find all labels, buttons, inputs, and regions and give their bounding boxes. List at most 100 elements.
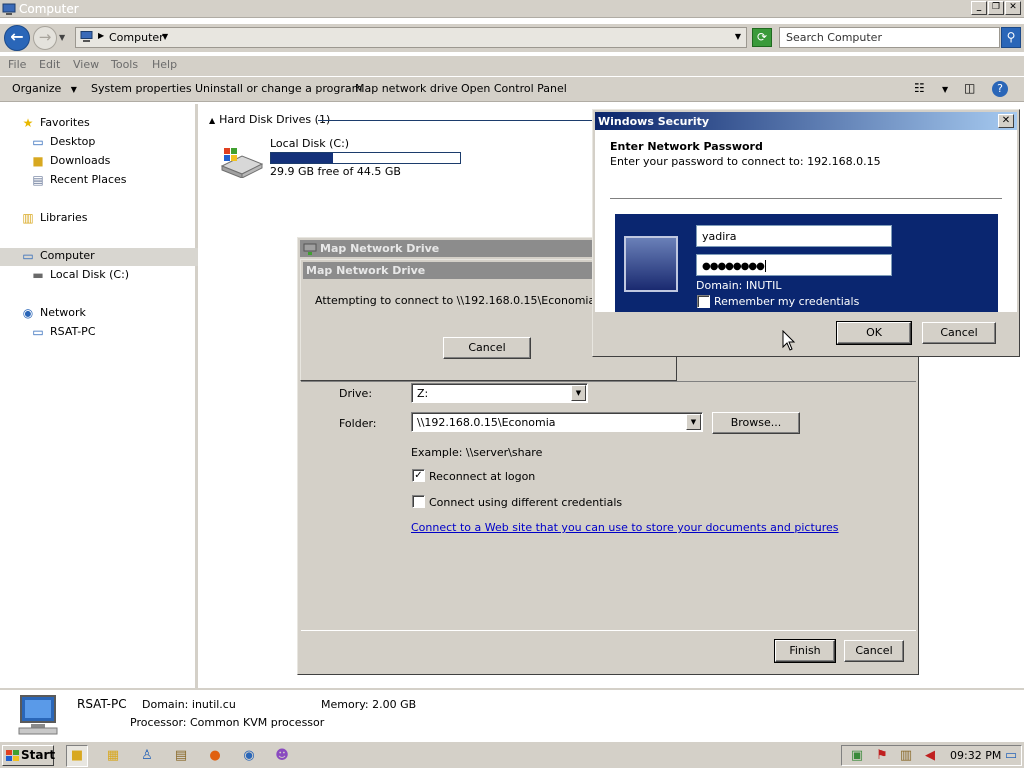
recent-places-icon: ▤ bbox=[32, 173, 44, 187]
sidebar-item-favorites[interactable]: ★ Favorites bbox=[20, 116, 90, 134]
details-pane: RSAT-PC Domain: inutil.cu Memory: 2.00 G… bbox=[0, 688, 1024, 741]
map-network-drive-button[interactable]: Map network drive bbox=[355, 82, 458, 95]
sidebar-item-label: Network bbox=[40, 306, 86, 319]
sidebar-item-libraries[interactable]: ▥ Libraries bbox=[20, 211, 88, 229]
uninstall-program-button[interactable]: Uninstall or change a program bbox=[195, 82, 362, 95]
wizard-cancel-button[interactable]: Cancel bbox=[844, 640, 904, 662]
firefox-taskbar-icon[interactable]: ● bbox=[206, 747, 224, 765]
security-content: Enter Network Password Enter your passwo… bbox=[595, 130, 1017, 316]
refresh-button[interactable]: ⟳ bbox=[752, 28, 772, 47]
action-center-icon[interactable]: ⚑ bbox=[873, 747, 891, 765]
search-button[interactable]: ⚲ bbox=[1001, 27, 1021, 48]
web-storage-link[interactable]: Connect to a Web site that you can use t… bbox=[411, 521, 839, 534]
help-icon[interactable]: ? bbox=[992, 81, 1008, 97]
window-titlebar[interactable]: Computer _ ❐ ✕ bbox=[0, 0, 1024, 18]
disk-usage-fill bbox=[271, 153, 334, 163]
sidebar-item-local-disk[interactable]: ▬ Local Disk (C:) bbox=[30, 268, 129, 286]
username-field[interactable]: yadira bbox=[696, 225, 892, 247]
back-button[interactable]: ← bbox=[4, 25, 30, 51]
view-dropdown-icon[interactable]: ▼ bbox=[942, 85, 948, 101]
browse-button[interactable]: Browse... bbox=[712, 412, 800, 434]
desktop-icon: ▭ bbox=[32, 135, 44, 149]
group-header-label: Hard Disk Drives (1) bbox=[219, 113, 331, 126]
pc-processor: Processor: Common KVM processor bbox=[130, 716, 325, 729]
chevron-down-icon[interactable]: ▼ bbox=[571, 385, 586, 401]
hard-disk-icon[interactable] bbox=[218, 146, 266, 178]
libraries-icon: ▥ bbox=[22, 211, 34, 225]
thunderbird-taskbar-icon[interactable]: ◉ bbox=[240, 747, 258, 765]
organize-label: Organize bbox=[12, 82, 62, 95]
minimize-button[interactable]: _ bbox=[971, 1, 987, 15]
address-box[interactable]: ▶ Computer ▼ ▼ bbox=[75, 27, 747, 48]
remember-credentials-checkbox[interactable] bbox=[697, 295, 710, 308]
maximize-button[interactable]: ❐ bbox=[988, 1, 1004, 15]
web-storage-link-text[interactable]: Connect to a Web site that you can use t… bbox=[411, 521, 839, 534]
disk-free-space: 29.9 GB free of 44.5 GB bbox=[270, 165, 401, 178]
security-button-area: OK Cancel bbox=[595, 312, 1017, 355]
change-view-icon[interactable]: ☷ bbox=[914, 81, 925, 97]
sidebar-item-computer[interactable]: ▭ Computer bbox=[20, 249, 94, 267]
folder-taskbar-icon[interactable]: ▦ bbox=[104, 747, 122, 765]
menu-tools[interactable]: Tools bbox=[111, 58, 138, 71]
notepad-taskbar-icon[interactable]: ▤ bbox=[172, 747, 190, 765]
menu-view[interactable]: View bbox=[73, 58, 99, 71]
preview-pane-icon[interactable]: ◫ bbox=[964, 81, 975, 97]
sidebar-item-label: Libraries bbox=[40, 211, 88, 224]
ok-button[interactable]: OK bbox=[836, 321, 912, 345]
menu-help[interactable]: Help bbox=[152, 58, 177, 71]
address-history-dropdown-icon[interactable]: ▼ bbox=[735, 32, 741, 41]
connecting-cancel-button[interactable]: Cancel bbox=[443, 337, 531, 359]
breadcrumb-dropdown-icon[interactable]: ▼ bbox=[162, 32, 168, 41]
chevron-down-icon[interactable]: ▼ bbox=[686, 414, 701, 430]
clock[interactable]: 09:32 PM bbox=[950, 749, 1001, 762]
reconnect-label[interactable]: Reconnect at logon bbox=[429, 470, 535, 483]
recent-pages-dropdown[interactable]: ▼ bbox=[59, 33, 65, 42]
organize-button[interactable]: Organize ▼ bbox=[12, 82, 77, 95]
pidgin-taskbar-icon[interactable]: ☻ bbox=[273, 747, 291, 765]
sidebar-item-network[interactable]: ◉ Network bbox=[20, 306, 86, 324]
sidebar-item-downloads[interactable]: ■ Downloads bbox=[30, 154, 110, 172]
credential-domain: Domain: INUTIL bbox=[696, 279, 782, 292]
folder-combo[interactable]: \\192.168.0.15\Economia ▼ bbox=[411, 412, 703, 432]
breadcrumb-arrow-icon[interactable]: ▶ bbox=[98, 31, 104, 40]
breadcrumb-computer[interactable]: Computer bbox=[109, 31, 164, 44]
system-tray: ▣ ⚑ ▥ ◀ 09:32 PM ▭ bbox=[841, 745, 1022, 766]
close-button[interactable]: ✕ bbox=[1005, 1, 1021, 15]
network-status-icon[interactable]: ▣ bbox=[848, 747, 866, 765]
computer-icon bbox=[2, 3, 16, 15]
volume-muted-icon[interactable]: ◀ bbox=[921, 747, 939, 765]
disk-name[interactable]: Local Disk (C:) bbox=[270, 137, 349, 150]
menu-file[interactable]: File bbox=[8, 58, 26, 71]
finish-button[interactable]: Finish bbox=[774, 639, 836, 663]
search-icon: ⚲ bbox=[1006, 30, 1016, 44]
password-field[interactable]: ●●●●●●●● bbox=[696, 254, 892, 276]
device-icon[interactable]: ▥ bbox=[897, 747, 915, 765]
drive-label: Drive: bbox=[339, 387, 373, 400]
network-users-taskbar-icon[interactable]: ♙ bbox=[138, 747, 156, 765]
remember-credentials-label[interactable]: Remember my credentials bbox=[714, 295, 859, 308]
reconnect-checkbox[interactable]: ✓ bbox=[412, 469, 425, 482]
explorer-taskbar-icon[interactable]: ■ bbox=[66, 745, 88, 767]
wizard-title: Map Network Drive bbox=[320, 242, 440, 255]
sidebar-item-recent-places[interactable]: ▤ Recent Places bbox=[30, 173, 126, 191]
security-cancel-button[interactable]: Cancel bbox=[922, 322, 996, 344]
sidebar-item-rsat-pc[interactable]: ▭ RSAT-PC bbox=[30, 325, 95, 343]
menu-edit[interactable]: Edit bbox=[39, 58, 60, 71]
search-input[interactable]: Search Computer bbox=[779, 27, 1000, 48]
group-header-hard-disk-drives[interactable]: ▲ Hard Disk Drives (1) bbox=[209, 113, 330, 126]
start-button[interactable]: Start bbox=[2, 745, 55, 766]
sidebar-item-desktop[interactable]: ▭ Desktop bbox=[30, 135, 95, 153]
drive-select[interactable]: Z: ▼ bbox=[411, 383, 588, 403]
network-drive-icon bbox=[303, 243, 317, 255]
different-credentials-label[interactable]: Connect using different credentials bbox=[429, 496, 622, 509]
show-desktop-icon[interactable]: ▭ bbox=[1002, 747, 1020, 765]
windows-security-dialog: Windows Security ✕ Enter Network Passwor… bbox=[592, 109, 1020, 357]
security-close-button[interactable]: ✕ bbox=[998, 114, 1014, 128]
security-titlebar[interactable]: Windows Security ✕ bbox=[595, 112, 1017, 130]
forward-arrow-icon: → bbox=[38, 28, 52, 46]
forward-button[interactable]: → bbox=[33, 26, 57, 50]
pc-domain: Domain: inutil.cu bbox=[142, 698, 236, 711]
different-credentials-checkbox[interactable] bbox=[412, 495, 425, 508]
system-properties-button[interactable]: System properties bbox=[91, 82, 192, 95]
open-control-panel-button[interactable]: Open Control Panel bbox=[461, 82, 567, 95]
